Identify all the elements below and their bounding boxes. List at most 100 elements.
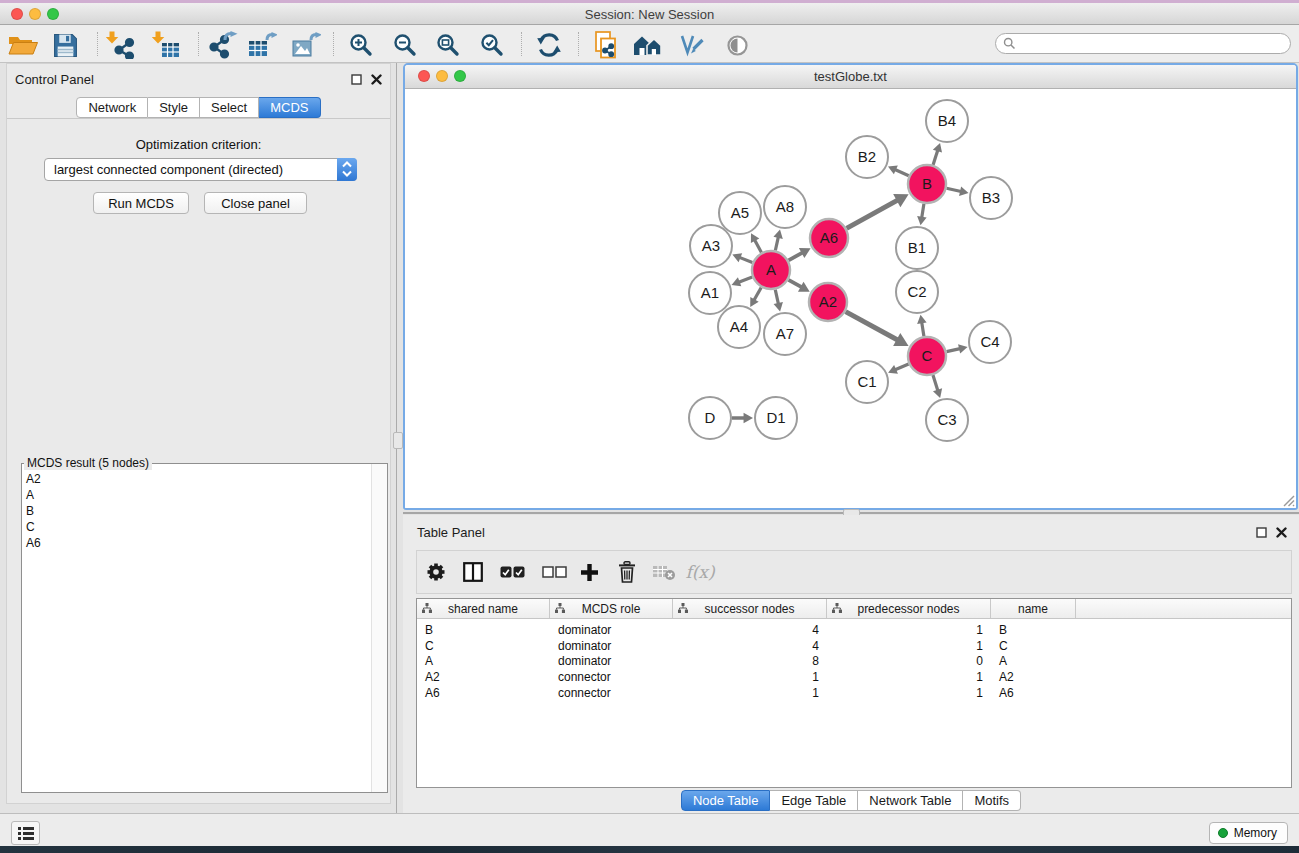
clone-network-button[interactable]	[590, 31, 620, 59]
tab-style[interactable]: Style	[148, 97, 200, 118]
zoom-out-button[interactable]	[390, 31, 420, 59]
edge-arrowhead	[774, 302, 783, 311]
edge-A-A3	[739, 257, 752, 262]
edge-B-B1	[922, 204, 924, 218]
graph-node-label: D	[705, 409, 716, 426]
split-view-button[interactable]	[461, 551, 485, 593]
import-network-button[interactable]	[104, 31, 136, 59]
open-file-button[interactable]	[7, 31, 39, 59]
column-label: MCDS role	[582, 602, 641, 616]
network-window-titlebar[interactable]: testGlobe.txt	[405, 65, 1296, 89]
export-network-button[interactable]	[206, 31, 240, 59]
resize-grip[interactable]	[1281, 493, 1295, 507]
column-label: name	[1018, 602, 1048, 616]
show-hide-button[interactable]	[722, 31, 752, 59]
table-row[interactable]: Adominator80A	[417, 654, 1291, 670]
column-label: shared name	[448, 602, 518, 616]
mcds-result-title: MCDS result (5 nodes)	[24, 456, 152, 470]
table-panel-title: Table Panel	[417, 525, 485, 540]
save-session-button[interactable]	[51, 31, 79, 59]
main-toolbar	[0, 25, 1299, 63]
graph-node-label: C3	[937, 411, 956, 428]
tab-mcds[interactable]: MCDS	[259, 97, 320, 118]
tab-edge-table[interactable]: Edge Table	[770, 790, 858, 811]
trash-icon	[617, 561, 637, 583]
column-header-predecessor-nodes[interactable]: predecessor nodes	[827, 599, 991, 618]
run-mcds-button[interactable]: Run MCDS	[93, 192, 189, 214]
memory-button[interactable]: Memory	[1209, 822, 1288, 844]
table-settings-button[interactable]	[424, 551, 448, 593]
table-row[interactable]: Bdominator41B	[417, 622, 1291, 638]
delete-entry-button[interactable]	[615, 551, 639, 593]
table-cell: 4	[673, 623, 827, 637]
app-titlebar[interactable]: Session: New Session	[0, 3, 1299, 25]
search-input[interactable]	[995, 33, 1291, 54]
zoom-selected-button[interactable]	[477, 31, 507, 59]
refresh-button[interactable]	[534, 31, 564, 59]
table-cell: A2	[991, 670, 1076, 684]
apply-layout-button[interactable]	[631, 31, 665, 59]
tab-network[interactable]: Network	[76, 97, 148, 118]
add-entry-button[interactable]	[578, 551, 600, 593]
table-row[interactable]: A6connector11A6	[417, 685, 1291, 701]
column-header-successor-nodes[interactable]: successor nodes	[673, 599, 827, 618]
table-cell: 4	[673, 639, 827, 653]
close-panel-icon[interactable]	[1276, 527, 1287, 538]
mcds-result-item[interactable]: A6	[26, 535, 41, 551]
column-header-shared-name[interactable]: shared name	[417, 599, 550, 618]
table-cell: A	[417, 654, 550, 668]
export-table-button[interactable]	[246, 31, 278, 59]
float-panel-icon[interactable]	[351, 74, 362, 85]
edge-arrowhead	[933, 143, 942, 153]
column-header-MCDS-role[interactable]: MCDS role	[550, 599, 673, 618]
mcds-result-item[interactable]: B	[26, 503, 41, 519]
function-builder-button[interactable]: f(x)	[685, 551, 715, 593]
annotation-mode-icon	[676, 33, 705, 57]
close-panel-icon[interactable]	[371, 74, 382, 85]
graph-node-label: C2	[907, 283, 926, 300]
toolbar-separator	[521, 32, 522, 56]
tab-motifs[interactable]: Motifs	[963, 790, 1021, 811]
zoom-selected-icon	[480, 33, 505, 58]
select-all-button[interactable]	[499, 551, 527, 593]
criterion-dropdown[interactable]: largest connected component (directed)	[44, 158, 357, 181]
tab-select[interactable]: Select	[200, 97, 259, 118]
mcds-result-item[interactable]: A2	[26, 471, 41, 487]
mcds-result-item[interactable]: A	[26, 487, 41, 503]
mcds-result-item[interactable]: C	[26, 519, 41, 535]
control-panel: Control Panel NetworkStyleSelectMCDS Opt…	[6, 63, 391, 804]
table-cell: 1	[827, 670, 991, 684]
delete-table-button[interactable]	[651, 551, 677, 593]
table-row[interactable]: A2connector11A2	[417, 669, 1291, 685]
edge-A-A2	[788, 280, 801, 287]
export-image-button[interactable]	[290, 31, 322, 59]
import-table-button[interactable]	[150, 31, 182, 59]
edge-C-C4	[947, 349, 961, 352]
table-panel: Table Panel	[403, 515, 1299, 813]
tab-divider	[7, 118, 390, 119]
apply-layout-icon	[632, 34, 664, 57]
graph-node-label: C4	[980, 333, 999, 350]
mcds-scrollbar[interactable]	[371, 464, 387, 792]
task-history-button[interactable]	[11, 821, 40, 845]
tab-network-table[interactable]: Network Table	[858, 790, 963, 811]
float-panel-icon[interactable]	[1256, 527, 1267, 538]
toolbar-separator	[97, 32, 98, 56]
save-session-icon	[53, 33, 78, 58]
tab-node-table[interactable]: Node Table	[681, 790, 771, 811]
close-panel-button[interactable]: Close panel	[204, 192, 307, 214]
vertical-splitter-handle[interactable]	[393, 432, 403, 449]
network-window[interactable]: testGlobe.txt B4B2BB3A5A8A6A3B1AC2A1A2A4…	[403, 63, 1298, 510]
column-header-name[interactable]: name	[991, 599, 1076, 618]
table-row[interactable]: Cdominator41C	[417, 638, 1291, 654]
deselect-all-button[interactable]	[541, 551, 569, 593]
annotation-mode-button[interactable]	[674, 31, 706, 59]
zoom-fit-button[interactable]	[433, 31, 463, 59]
edge-A-A8	[775, 237, 778, 251]
memory-label: Memory	[1234, 826, 1277, 840]
network-canvas[interactable]: B4B2BB3A5A8A6A3B1AC2A1A2A4A7C4CC1C3DD1	[405, 89, 1296, 508]
zoom-in-button[interactable]	[346, 31, 376, 59]
column-type-icon	[555, 603, 565, 613]
open-file-icon	[8, 33, 38, 57]
column-label: predecessor nodes	[857, 602, 959, 616]
